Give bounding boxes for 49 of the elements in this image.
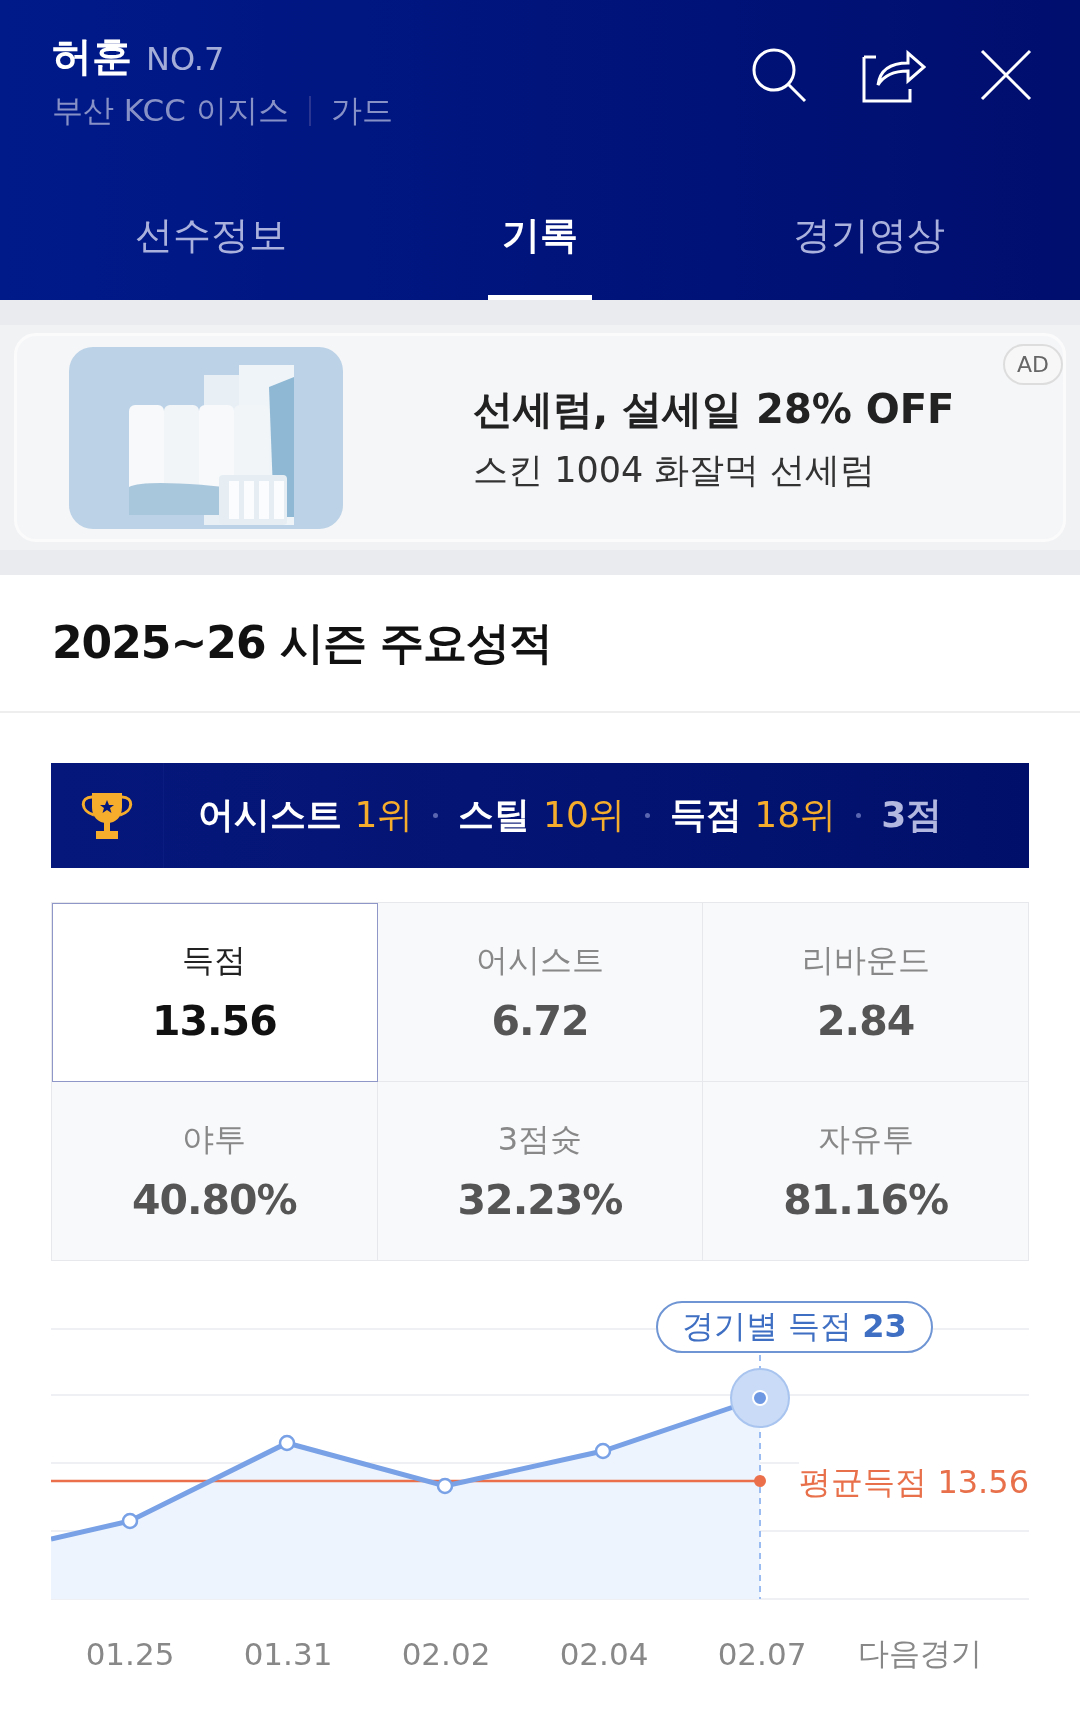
highlighted-point[interactable]	[730, 1368, 790, 1428]
ad-headline: 선세럼, 설세일 28% OFF	[473, 384, 955, 434]
stat-tile[interactable]: 자유투 81.16%	[703, 1082, 1029, 1261]
ranking-item: 득점 18위	[669, 793, 837, 837]
tab[interactable]: 선수정보	[47, 170, 376, 300]
stat-tile[interactable]: 리바운드 2.84	[703, 903, 1029, 1082]
average-dot	[754, 1475, 766, 1487]
x-axis-label: 02.02	[400, 1636, 492, 1672]
stat-tile[interactable]: 3점슛 32.23%	[377, 1082, 704, 1261]
team-name: 부산 KCC 이지스	[52, 90, 289, 130]
stat-label: 3점슛	[497, 1119, 583, 1160]
ranking-item: 3점	[881, 793, 943, 837]
x-axis-label: 01.31	[242, 1636, 334, 1672]
ad-card[interactable]: 선세럼, 설세일 28% OFF 스킨 1004 화잘먹 선세럼 AD	[14, 333, 1066, 542]
ranking-item: 스틸 10위	[458, 793, 625, 837]
player-position: 가드	[330, 90, 393, 130]
stat-tile[interactable]: 득점 13.56	[52, 903, 378, 1082]
tab[interactable]: 기록	[375, 170, 705, 300]
ranking-item: 어시스트 1위	[198, 793, 414, 837]
x-axis-label: 02.04	[558, 1636, 650, 1672]
data-point	[436, 1477, 454, 1495]
stat-label: 야투	[182, 1119, 247, 1160]
close-icon[interactable]	[980, 49, 1032, 101]
stat-value: 40.80%	[131, 1176, 297, 1224]
score-tooltip: 경기별 득점 23	[656, 1301, 933, 1353]
ad-badge: AD	[1003, 344, 1063, 385]
stat-value: 81.16%	[783, 1176, 949, 1224]
stat-value: 6.72	[491, 997, 589, 1045]
stat-label: 어시스트	[476, 940, 604, 981]
ad-subline: 스킨 1004 화잘먹 선세럼	[473, 448, 877, 492]
tab[interactable]: 경기영상	[704, 170, 1033, 300]
stat-value: 32.23%	[457, 1176, 623, 1224]
stat-tile[interactable]: 어시스트 6.72	[377, 903, 704, 1082]
data-point	[121, 1512, 139, 1530]
x-axis-label: 다음경기	[857, 1634, 983, 1673]
search-icon[interactable]	[750, 46, 808, 104]
player-number: NO.7	[146, 39, 225, 78]
player-name: 허훈	[52, 31, 132, 81]
stat-label: 리바운드	[801, 940, 930, 981]
section-title: 2025~26 시즌 주요성적	[0, 575, 1080, 713]
stat-tile[interactable]: 야투 40.80%	[52, 1082, 378, 1261]
stat-label: 자유투	[817, 1119, 914, 1160]
stat-value: 2.84	[817, 997, 915, 1045]
stat-value: 13.56	[152, 997, 277, 1045]
x-axis-label: 01.25	[84, 1636, 176, 1672]
x-axis-label: 02.07	[716, 1636, 808, 1672]
data-point	[278, 1434, 296, 1452]
data-point	[594, 1442, 612, 1460]
stat-label: 득점	[182, 940, 247, 981]
